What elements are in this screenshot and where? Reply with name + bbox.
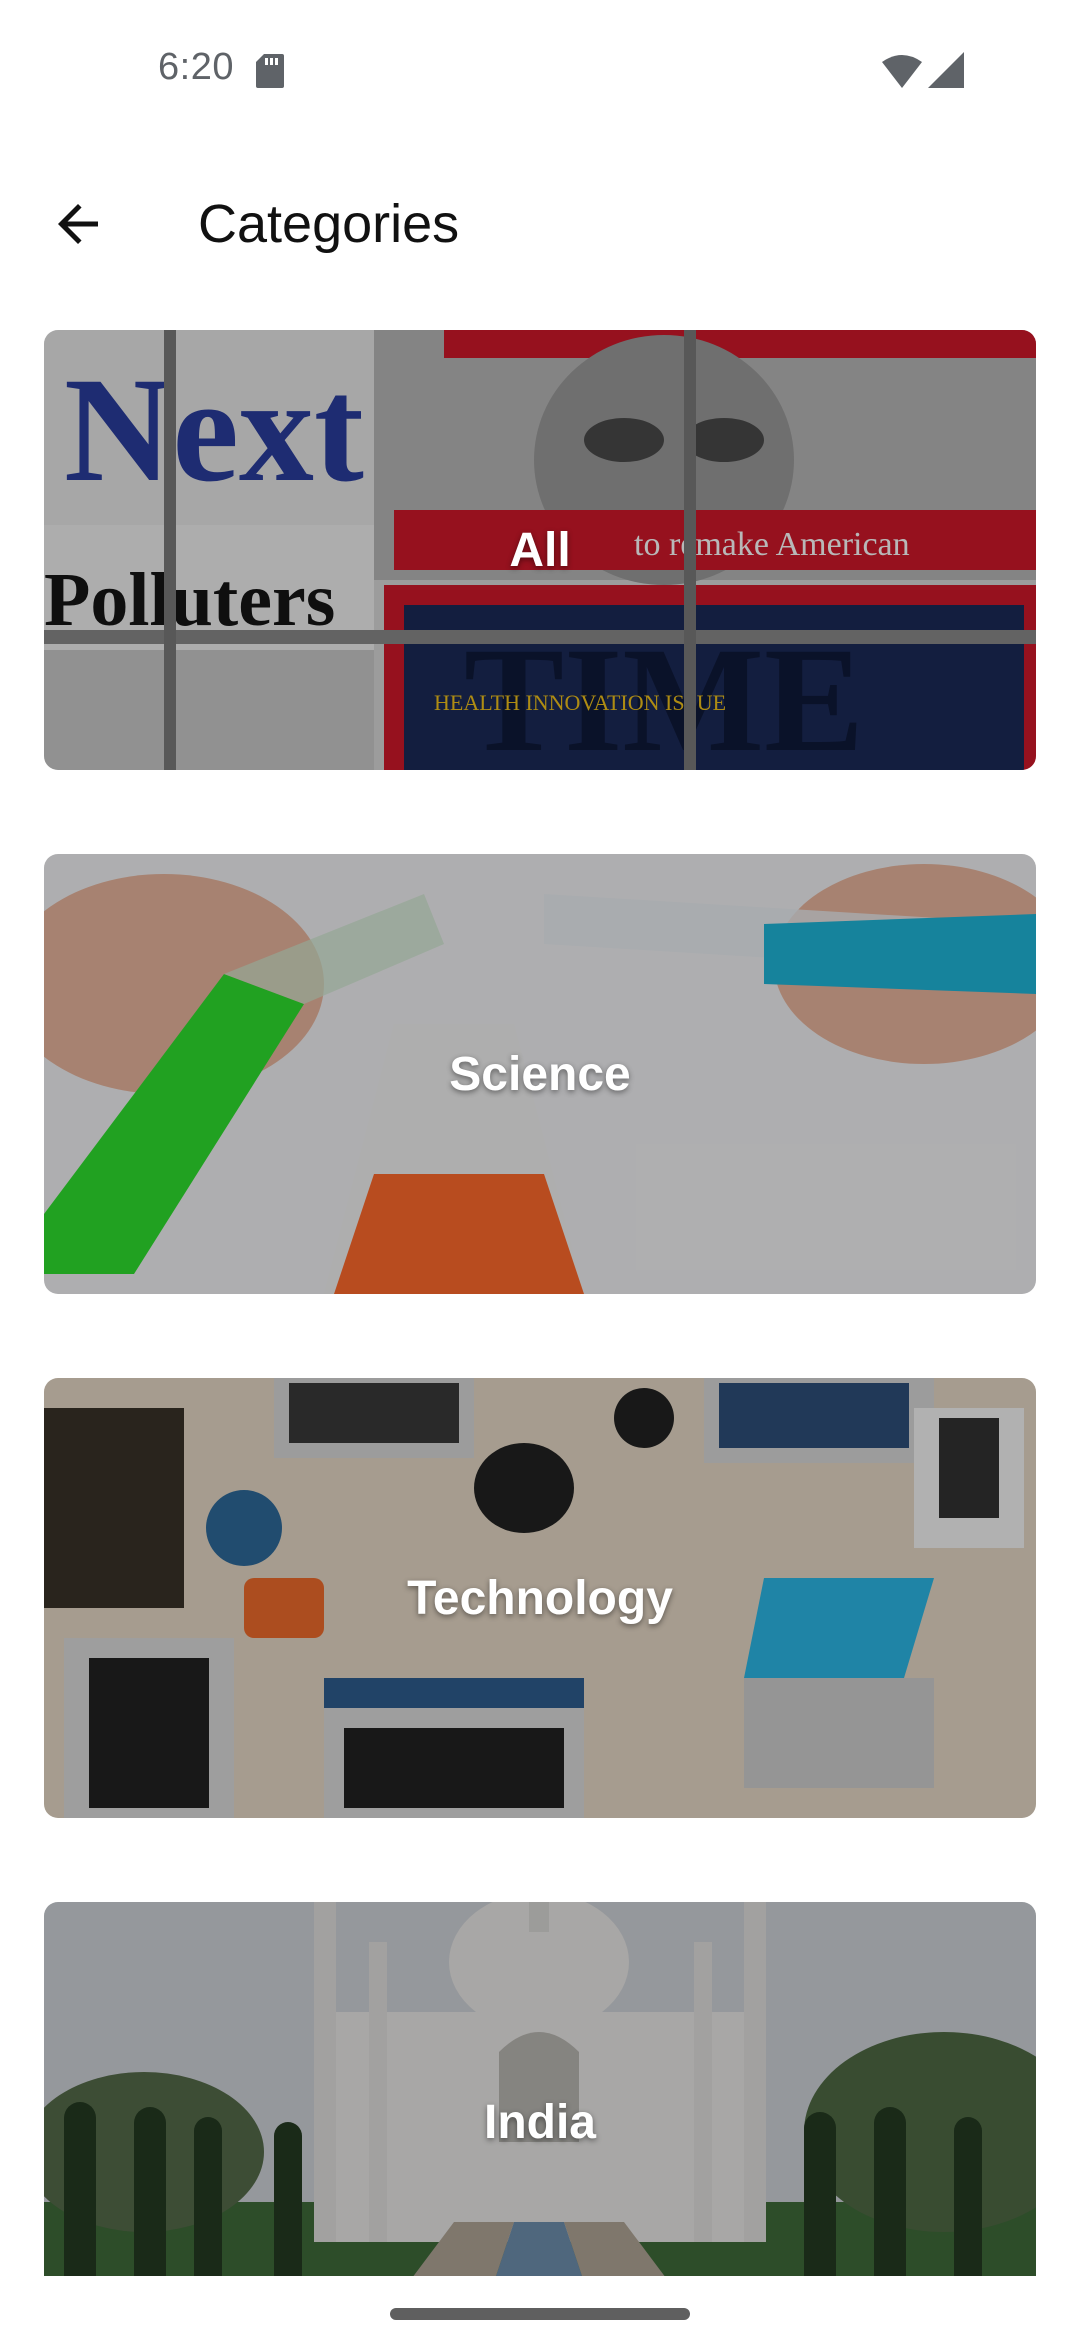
category-card-science[interactable]: Science (44, 854, 1036, 1294)
category-label: All (509, 523, 571, 577)
app-bar: Categories (0, 160, 1080, 270)
arrow-back-icon (58, 204, 98, 244)
wifi-icon (882, 55, 922, 88)
page-title: Categories (198, 194, 460, 254)
category-list[interactable]: Next! Polluters to remake American TIME … (0, 330, 1080, 2276)
cell-signal-icon (928, 52, 964, 88)
back-button[interactable] (36, 182, 120, 266)
category-card-all[interactable]: Next! Polluters to remake American TIME … (44, 330, 1036, 770)
home-indicator[interactable] (390, 2308, 690, 2320)
status-bar: 6:20 (0, 0, 1080, 140)
category-card-technology[interactable]: Technology (44, 1378, 1036, 1818)
status-time: 6:20 (158, 46, 234, 88)
categories-screen: 6:20 Categories Next! Polluters to remak… (0, 0, 1080, 2340)
category-card-india[interactable]: India (44, 1902, 1036, 2276)
category-label: Science (449, 1047, 631, 1101)
category-label: Technology (407, 1571, 673, 1625)
sd-card-icon (256, 54, 284, 88)
category-label: India (483, 2095, 596, 2149)
